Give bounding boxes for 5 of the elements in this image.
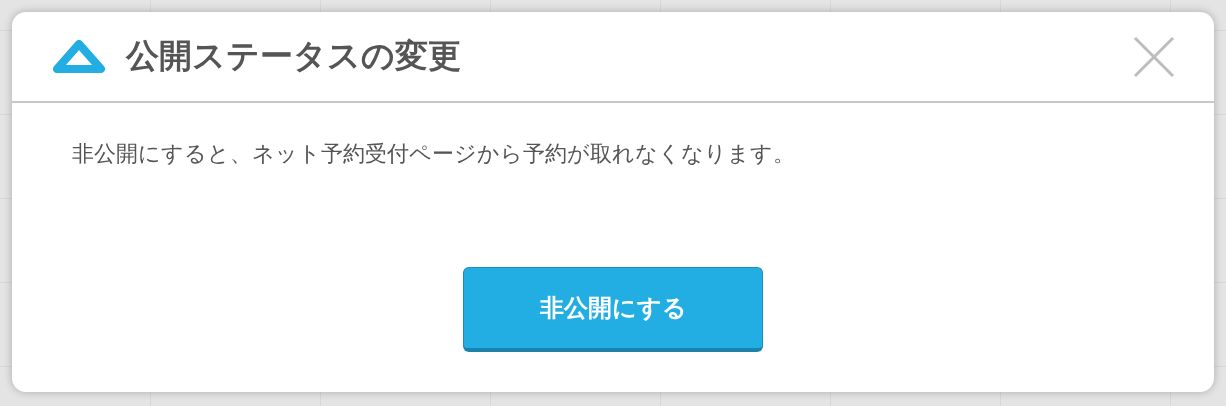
dialog-title: 公開ステータスの変更 [126,35,462,77]
confirm-button[interactable]: 非公開にする [463,267,763,352]
dialog-message: 非公開にすると、ネット予約受付ページから予約が取れなくなります。 [72,140,795,168]
close-button[interactable] [1132,34,1176,79]
logo-icon [52,38,106,75]
